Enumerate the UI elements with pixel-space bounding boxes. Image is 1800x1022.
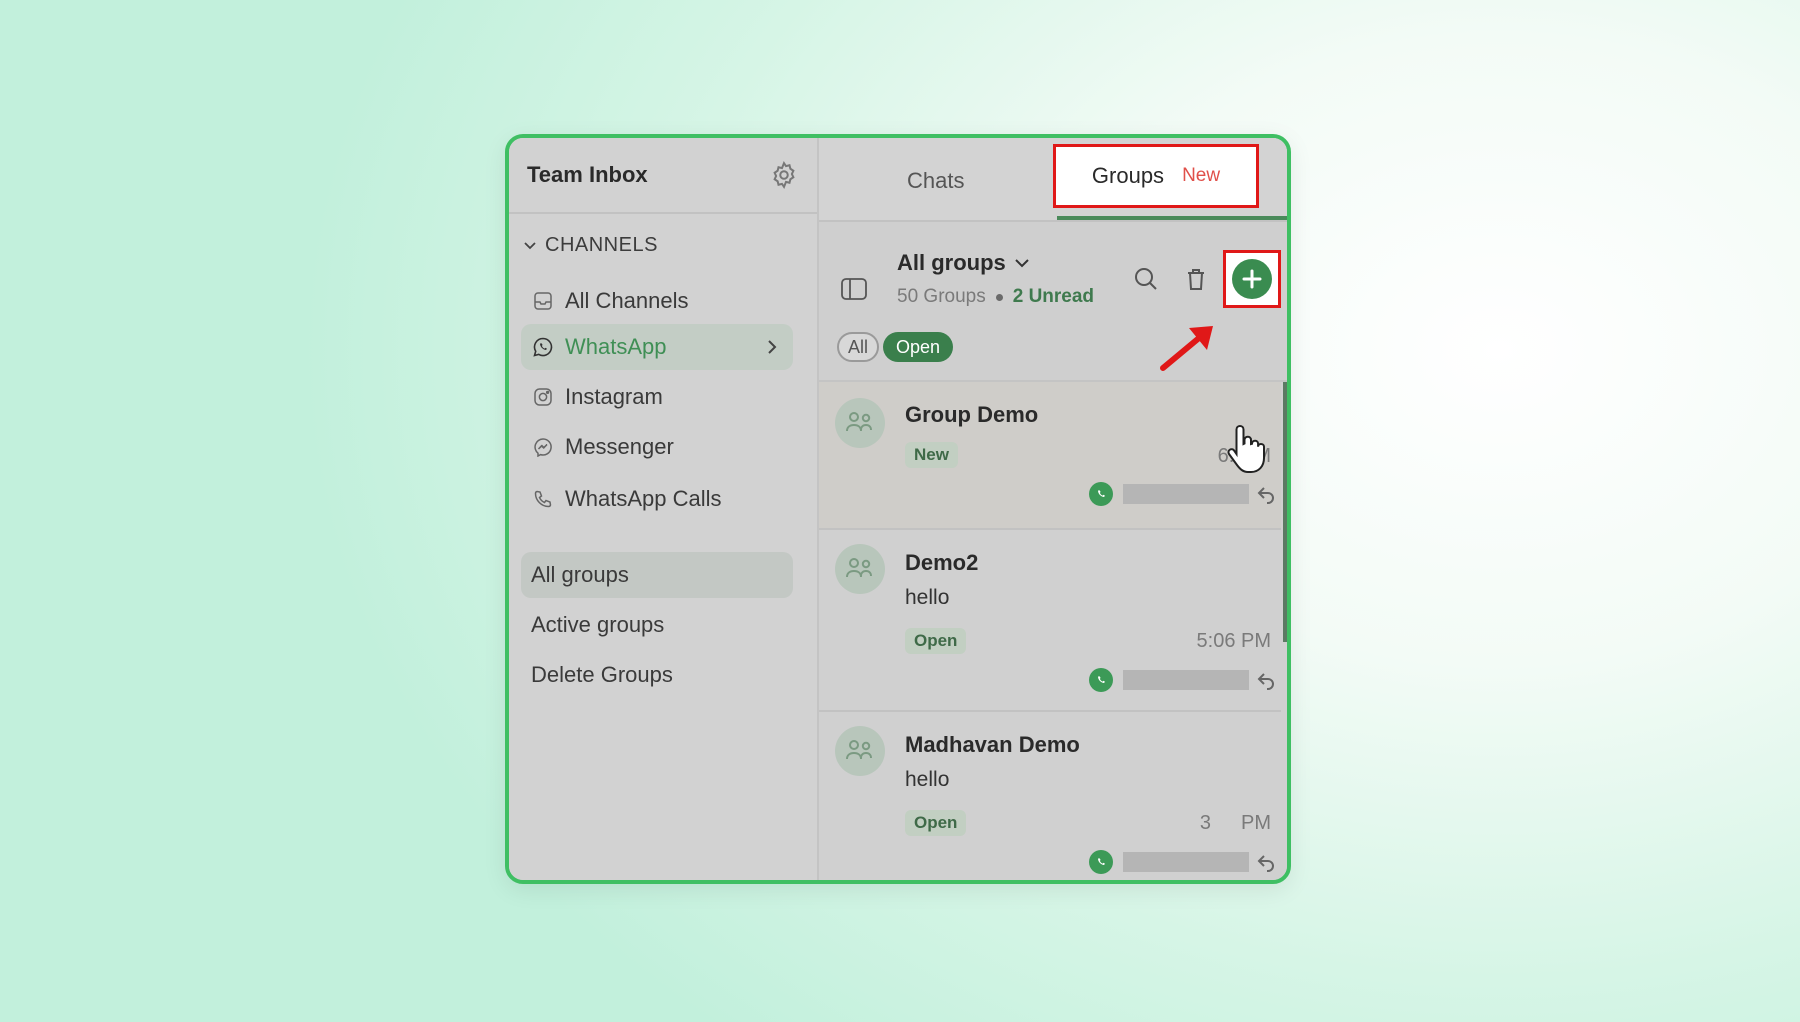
sidebar-item-all-channels[interactable]: All Channels [521, 278, 793, 324]
groups-toolbar: All groups 50 Groups 2 Unread All Open [819, 222, 1287, 382]
channels-heading: CHANNELS [545, 234, 658, 256]
status-badge: Open [905, 628, 967, 654]
sidebar-item-whatsapp-calls[interactable]: WhatsApp Calls [521, 476, 793, 522]
status-badge: New [905, 442, 958, 468]
search-icon[interactable] [1131, 264, 1161, 294]
sidebar-toggle-icon[interactable] [837, 272, 871, 306]
tab-groups[interactable]: Groups New [1053, 144, 1259, 208]
group-filter-dropdown[interactable]: All groups [897, 250, 1030, 276]
gear-icon[interactable] [769, 160, 799, 190]
chevron-down-icon [524, 241, 536, 249]
group-stats: 50 Groups 2 Unread [897, 286, 1094, 308]
reply-icon[interactable] [1255, 669, 1277, 691]
reply-icon[interactable] [1255, 483, 1277, 505]
active-tab-indicator [1057, 216, 1287, 220]
group-row-group-demo[interactable]: Group Demo New 6: M [819, 382, 1281, 530]
group-name: Demo2 [905, 550, 979, 575]
sidebar: Team Inbox CHANNELS All Channels WhatsAp… [509, 138, 819, 880]
tab-groups-label: Groups [1091, 163, 1165, 188]
add-group-button[interactable] [1223, 250, 1281, 308]
sidebar-title: Team Inbox [527, 162, 648, 187]
inbox-icon [531, 289, 555, 313]
reply-icon[interactable] [1255, 851, 1277, 873]
group-avatar-icon [835, 726, 885, 776]
group-row-demo2[interactable]: Demo2 hello Open 5:06 PM [819, 530, 1281, 712]
sidebar-item-label: WhatsApp [565, 334, 667, 359]
plus-icon [1232, 259, 1272, 299]
tab-chats[interactable]: Chats [907, 168, 964, 194]
new-badge: New [1182, 165, 1221, 186]
last-message-time: 3 PM [1199, 812, 1271, 834]
group-name: Madhavan Demo [905, 732, 1080, 757]
whatsapp-icon [1089, 850, 1113, 874]
groups-panel: Chats Groups New All groups 50 Groups 2 … [819, 138, 1287, 880]
redacted-phone-number [1123, 670, 1249, 690]
separator-dot [995, 293, 1003, 301]
filter-open[interactable]: Open [883, 332, 953, 362]
sidebar-item-label: Instagram [565, 384, 663, 409]
group-avatar-icon [835, 544, 885, 594]
sidebar-header: Team Inbox [509, 138, 817, 214]
status-badge: Open [905, 810, 967, 836]
sidebar-item-all-groups[interactable]: All groups [521, 552, 793, 598]
whatsapp-icon [531, 335, 555, 359]
chevron-right-icon [768, 340, 777, 354]
phone-icon [531, 487, 555, 511]
chevron-down-icon [1015, 259, 1029, 268]
red-arrow-annotation [1160, 326, 1213, 371]
whatsapp-icon [1089, 482, 1113, 506]
team-inbox-window: Team Inbox CHANNELS All Channels WhatsAp… [505, 134, 1291, 884]
redacted-phone-number [1123, 852, 1249, 872]
channels-section-toggle[interactable]: CHANNELS [523, 234, 658, 257]
sidebar-item-instagram[interactable]: Instagram [521, 374, 793, 420]
filter-all[interactable]: All [837, 332, 879, 362]
group-name: Group Demo [905, 402, 1039, 427]
last-message-time: 5:06 PM [1196, 630, 1271, 652]
group-filter-label: All groups [897, 250, 1006, 275]
hand-cursor-icon [1227, 424, 1265, 473]
group-row-madhavan-demo[interactable]: Madhavan Demo hello Open 3 PM [819, 712, 1281, 880]
scrollbar[interactable] [1283, 382, 1287, 642]
whatsapp-icon [1089, 668, 1113, 692]
tab-bar: Chats Groups New [819, 138, 1287, 222]
messenger-icon [531, 435, 555, 459]
trash-icon[interactable] [1181, 264, 1211, 294]
group-count: 50 Groups [897, 286, 986, 307]
last-message: hello [905, 768, 950, 791]
last-message: hello [905, 586, 950, 609]
unread-count: 2 Unread [1012, 286, 1095, 307]
sidebar-item-label: WhatsApp Calls [565, 486, 722, 511]
sidebar-item-whatsapp[interactable]: WhatsApp [521, 324, 793, 370]
instagram-icon [531, 385, 555, 409]
group-avatar-icon [835, 398, 885, 448]
sidebar-item-messenger[interactable]: Messenger [521, 424, 793, 470]
sidebar-item-label: All Channels [565, 288, 689, 313]
sidebar-item-label: Messenger [565, 434, 674, 459]
redacted-phone-number [1123, 484, 1249, 504]
sidebar-item-active-groups[interactable]: Active groups [521, 602, 793, 648]
sidebar-item-delete-groups[interactable]: Delete Groups [521, 652, 793, 698]
